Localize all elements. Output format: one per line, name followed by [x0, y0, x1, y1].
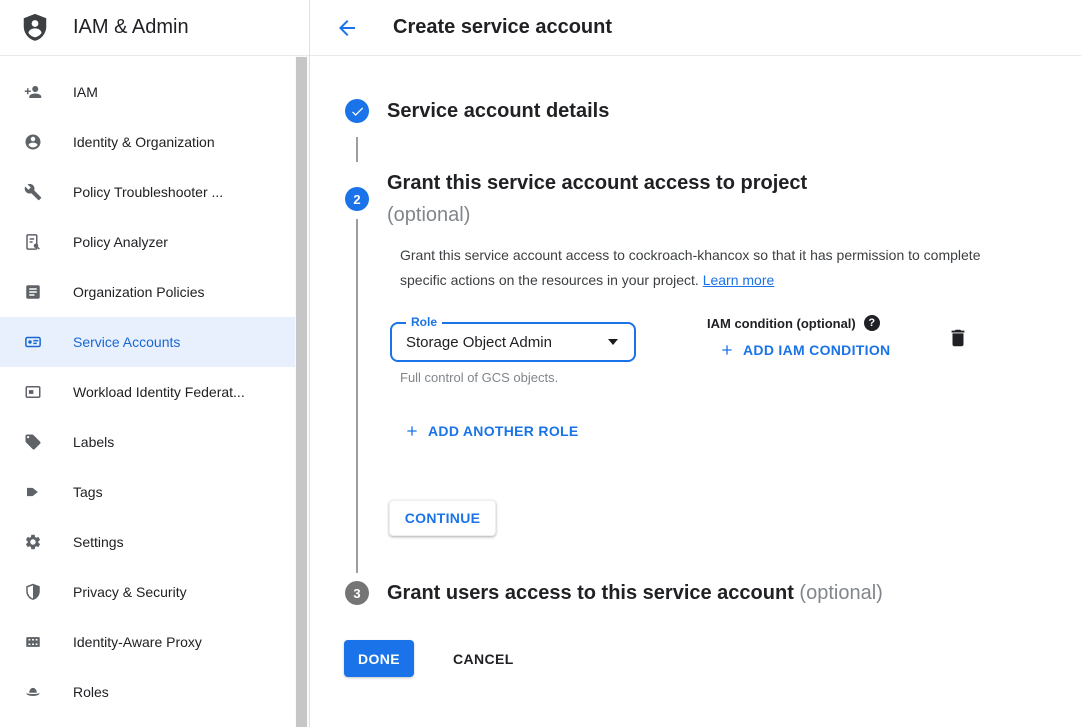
iam-shield-logo-icon — [20, 12, 50, 44]
step2-title-text: Grant this service account access to pro… — [387, 172, 807, 194]
add-iam-condition-button[interactable]: ADD IAM CONDITION — [713, 338, 896, 362]
stepper-connector — [356, 137, 358, 162]
sidebar-item-label: IAM — [73, 84, 98, 100]
article-icon — [24, 283, 42, 301]
role-select[interactable]: Role Storage Object Admin — [390, 322, 636, 362]
sidebar-item-label: Identity-Aware Proxy — [73, 634, 202, 650]
app-title: IAM & Admin — [73, 16, 189, 39]
sidebar-item-label: Policy Troubleshooter ... — [73, 184, 223, 200]
sidebar-item-identity-aware-proxy[interactable]: Identity-Aware Proxy — [0, 617, 309, 667]
add-iam-condition-label: ADD IAM CONDITION — [743, 342, 890, 358]
sidebar-item-organization-policies[interactable]: Organization Policies — [0, 267, 309, 317]
role-select-value: Storage Object Admin — [406, 334, 608, 351]
add-another-role-label: ADD ANOTHER ROLE — [428, 423, 579, 439]
sidebar-item-privacy-security[interactable]: Privacy & Security — [0, 567, 309, 617]
sidebar-item-identity-organization[interactable]: Identity & Organization — [0, 117, 309, 167]
sidebar-item-settings[interactable]: Settings — [0, 517, 309, 567]
proxy-strip-icon — [24, 633, 42, 651]
plus-icon — [719, 342, 735, 358]
sidebar-item-iam[interactable]: IAM — [0, 67, 309, 117]
page-title: Create service account — [393, 16, 612, 39]
sidebar-item-tags[interactable]: Tags — [0, 467, 309, 517]
step3-indicator: 3 — [345, 581, 369, 605]
sidebar-item-label: Workload Identity Federat... — [73, 384, 245, 400]
sidebar-item-label: Tags — [73, 484, 103, 500]
back-button[interactable] — [335, 16, 359, 40]
sidebar: IAM & Admin IAM Identity & Organization … — [0, 0, 310, 727]
step1-title: Service account details — [387, 97, 609, 125]
sidebar-item-label: Settings — [73, 534, 124, 550]
service-account-icon — [24, 333, 42, 351]
check-icon — [350, 104, 365, 119]
learn-more-link[interactable]: Learn more — [703, 272, 775, 288]
person-add-icon — [24, 83, 42, 101]
trash-icon — [947, 327, 969, 349]
sidebar-item-label: Roles — [73, 684, 109, 700]
sidebar-item-policy-troubleshooter[interactable]: Policy Troubleshooter ... — [0, 167, 309, 217]
hat-icon — [24, 683, 42, 701]
policy-analyzer-icon — [24, 233, 42, 251]
sidebar-item-label: Service Accounts — [73, 334, 180, 350]
role-helper-text: Full control of GCS objects. — [400, 370, 558, 385]
sidebar-item-labels[interactable]: Labels — [0, 417, 309, 467]
iam-condition-row: IAM condition (optional) — [707, 315, 880, 331]
step2-title: Grant this service account access to pro… — [387, 167, 947, 231]
sidebar-nav: IAM Identity & Organization Policy Troub… — [0, 56, 309, 717]
sidebar-item-label: Policy Analyzer — [73, 234, 168, 250]
create-service-account-form: Service account details 2 Grant this ser… — [310, 56, 1081, 727]
add-another-role-button[interactable]: ADD ANOTHER ROLE — [398, 419, 585, 443]
stepper-connector — [356, 219, 358, 573]
sidebar-item-roles[interactable]: Roles — [0, 667, 309, 717]
chevron-down-icon — [608, 339, 618, 345]
step2-description: Grant this service account access to coc… — [400, 243, 985, 293]
label-icon — [24, 433, 42, 451]
role-select-label: Role — [406, 315, 442, 329]
sidebar-item-label: Organization Policies — [73, 284, 205, 300]
step2-optional-label: (optional) — [387, 199, 947, 231]
plus-icon — [404, 423, 420, 439]
arrow-back-icon — [335, 16, 359, 40]
gear-icon — [24, 533, 42, 551]
iam-condition-label: IAM condition (optional) — [707, 316, 856, 331]
sidebar-item-service-accounts[interactable]: Service Accounts — [0, 317, 309, 367]
page-header: Create service account — [310, 0, 1081, 56]
shield-half-icon — [24, 583, 42, 601]
sidebar-scrollbar-thumb[interactable] — [296, 57, 307, 727]
step3-title-text: Grant users access to this service accou… — [387, 582, 794, 604]
cancel-button[interactable]: CANCEL — [441, 640, 526, 677]
sidebar-item-label: Identity & Organization — [73, 134, 215, 150]
step3-title: Grant users access to this service accou… — [387, 579, 883, 607]
tag-icon — [24, 483, 42, 501]
step2-indicator: 2 — [345, 187, 369, 211]
step2-description-text: Grant this service account access to coc… — [400, 247, 981, 288]
help-icon[interactable] — [864, 315, 880, 331]
sidebar-item-workload-identity-federation[interactable]: Workload Identity Federat... — [0, 367, 309, 417]
sidebar-item-label: Labels — [73, 434, 114, 450]
step1-complete-indicator — [345, 99, 369, 123]
sidebar-header: IAM & Admin — [0, 0, 309, 56]
main-panel: Create service account Service account d… — [310, 0, 1081, 727]
account-circle-icon — [24, 133, 42, 151]
id-card-icon — [24, 383, 42, 401]
continue-button[interactable]: CONTINUE — [389, 500, 496, 536]
sidebar-item-label: Privacy & Security — [73, 584, 187, 600]
done-button[interactable]: DONE — [344, 640, 414, 677]
wrench-icon — [24, 183, 42, 201]
sidebar-item-policy-analyzer[interactable]: Policy Analyzer — [0, 217, 309, 267]
delete-role-button[interactable] — [944, 324, 972, 352]
step3-optional-label: (optional) — [799, 582, 882, 604]
